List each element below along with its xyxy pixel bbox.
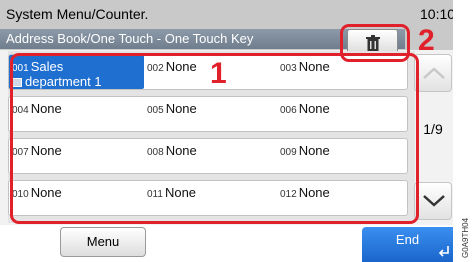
callout-number-2: 2 <box>418 24 435 57</box>
key-row: 004 None 005 None 006 None <box>8 96 408 132</box>
subtitle-bar: Address Book/One Touch - One Touch Key <box>0 29 405 49</box>
key-label: Sales <box>30 59 64 74</box>
page-indicator: 1/9 <box>423 121 443 137</box>
key-row: 010 None 011 None 012 None <box>8 180 408 216</box>
end-button[interactable]: End <box>362 227 453 262</box>
menu-button[interactable]: Menu <box>60 227 146 257</box>
scroll-down-button[interactable] <box>414 182 452 220</box>
end-button-label: End <box>395 232 420 247</box>
one-touch-key-007[interactable]: 007 None <box>9 139 144 173</box>
figure-code: G0A9TH04 <box>461 217 470 258</box>
clock: 10:10 <box>420 6 453 22</box>
address-book-icon <box>12 78 22 87</box>
one-touch-key-006[interactable]: 006 None <box>277 97 407 131</box>
bottom-bar: Menu End <box>0 225 453 262</box>
one-touch-key-009[interactable]: 009 None <box>277 139 407 173</box>
screen-subtitle: Address Book/One Touch - One Touch Key <box>6 31 254 46</box>
panel-screen: System Menu/Counter. 10:10 Address Book/… <box>0 0 453 262</box>
one-touch-key-010[interactable]: 010 None <box>9 181 144 215</box>
one-touch-key-005[interactable]: 005 None <box>144 97 277 131</box>
one-touch-key-001[interactable]: 001 Sales department 1 <box>9 55 144 89</box>
callout-number-1: 1 <box>210 57 227 90</box>
app-title: System Menu/Counter. <box>6 6 149 22</box>
key-row: 007 None 008 None 009 None <box>8 138 408 174</box>
trash-icon <box>366 35 380 51</box>
scroll-up-button[interactable] <box>414 54 452 92</box>
one-touch-key-011[interactable]: 011 None <box>144 181 277 215</box>
enter-arrow-icon <box>438 246 449 257</box>
one-touch-key-008[interactable]: 008 None <box>144 139 277 173</box>
key-row: 001 Sales department 1 002 None 003 None <box>8 54 408 90</box>
key-label-line2: department 1 <box>25 74 102 89</box>
one-touch-key-012[interactable]: 012 None <box>277 181 407 215</box>
one-touch-key-004[interactable]: 004 None <box>9 97 144 131</box>
chevron-down-icon <box>423 195 445 207</box>
one-touch-key-003[interactable]: 003 None <box>277 55 407 89</box>
chevron-up-icon <box>423 67 445 79</box>
